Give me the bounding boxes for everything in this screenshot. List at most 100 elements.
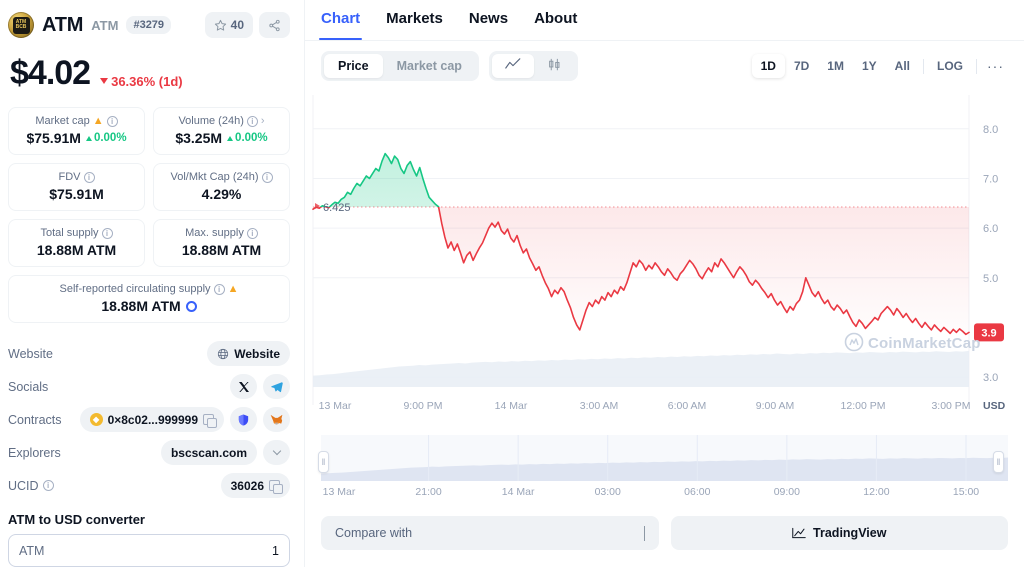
range-1m[interactable]: 1M [818, 54, 853, 78]
chevron-down-icon [643, 526, 645, 541]
chart-type-candlestick[interactable] [534, 54, 575, 78]
converter-input-row[interactable]: ATM 1 [8, 534, 290, 567]
price-chart-svg[interactable]: 8.0 7.0 6.0 5.0 3.0 13 Mar 9:00 PM 14 Mar 3:00 … [305, 87, 1024, 427]
svg-text:13 Mar: 13 Mar [323, 486, 356, 498]
x-twitter-icon [238, 381, 249, 392]
ucid-button[interactable]: 36026 [220, 473, 290, 498]
info-icon[interactable]: i [246, 227, 258, 239]
stat-card-max-supply[interactable]: Max. supply i 18.88M ATM [153, 219, 290, 267]
range-all[interactable]: All [886, 54, 919, 78]
chart-navigator[interactable]: 13 Mar 21:00 14 Mar 03:00 06:00 09:00 12:00 15:… [318, 431, 1008, 506]
navigator-right-handle[interactable]: ‖ [993, 451, 1004, 473]
time-range-selector: 1D 7D 1M 1Y All LOG ··· [751, 54, 1010, 78]
info-icon[interactable]: i [83, 171, 95, 183]
metamask-button[interactable] [263, 407, 290, 432]
info-icon[interactable]: i [261, 171, 273, 183]
chart-bottom-bar: Compare with TradingView [305, 506, 1024, 550]
chart-mode-price[interactable]: Price [324, 54, 383, 78]
stat-card-volume-24h[interactable]: Volume (24h) i › $3.25M 0.00% [153, 107, 290, 155]
stat-card-total-supply[interactable]: Total supply i 18.88M ATM [8, 219, 145, 267]
chart-more-options-button[interactable]: ··· [981, 58, 1010, 74]
info-icon[interactable]: i [213, 283, 225, 295]
tab-markets[interactable]: Markets [386, 0, 443, 39]
link-label: Contracts [8, 412, 62, 427]
header-actions: 40 [204, 12, 290, 38]
stat-label: Market cap ▲ i [15, 115, 138, 127]
chart-mode-market-cap[interactable]: Market cap [383, 54, 476, 78]
telegram-button[interactable] [263, 374, 290, 399]
svg-text:9:00 PM: 9:00 PM [403, 400, 442, 412]
copy-icon[interactable] [203, 414, 217, 428]
info-icon[interactable]: i [106, 115, 118, 127]
range-7d[interactable]: 7D [785, 54, 818, 78]
compare-with-dropdown[interactable]: Compare with [321, 516, 659, 550]
info-icon[interactable]: i [42, 480, 54, 491]
coin-rank-badge: #3279 [126, 16, 172, 34]
svg-text:3:00 PM: 3:00 PM [931, 400, 970, 412]
wallet-shield-button[interactable] [230, 407, 257, 432]
explorer-dropdown-button[interactable] [263, 440, 290, 465]
coin-info-sidebar: ATM BCB ATM ATM #3279 40 $4.02 36.36% (1… [0, 0, 305, 567]
ucid-label: UCID [8, 478, 39, 493]
stat-value: $75.91M [26, 130, 81, 146]
globe-icon [218, 348, 229, 359]
watchlist-button[interactable]: 40 [204, 12, 253, 38]
volume-area [313, 350, 969, 387]
warning-icon: ▲ [92, 114, 104, 127]
link-label: UCID i [8, 479, 54, 493]
copy-icon[interactable] [269, 480, 283, 494]
stat-label-text: FDV [58, 171, 81, 183]
link-actions [230, 374, 290, 399]
stat-value-row: $3.25M 0.00% [160, 130, 283, 146]
svg-text:15:00: 15:00 [953, 486, 979, 498]
chart-type-line[interactable] [491, 54, 534, 78]
link-row-website: Website Website [8, 337, 290, 370]
share-button[interactable] [259, 12, 290, 38]
coin-detail-page: ATM BCB ATM ATM #3279 40 $4.02 36.36% (1… [0, 0, 1024, 567]
stat-card-fdv[interactable]: FDV i $75.91M [8, 163, 145, 211]
contract-address-button[interactable]: ◆ 0×8c02...999999 [79, 407, 224, 432]
svg-text:06:00: 06:00 [684, 486, 710, 498]
website-button[interactable]: Website [207, 341, 290, 366]
log-scale-button[interactable]: LOG [928, 54, 972, 78]
stat-value-row: $75.91M [15, 186, 138, 202]
navigator-x-labels: 13 Mar 21:00 14 Mar 03:00 06:00 09:00 12:00 15:… [323, 486, 980, 498]
range-1d[interactable]: 1D [751, 54, 785, 78]
stat-card-market-cap[interactable]: Market cap ▲ i $75.91M 0.00% [8, 107, 145, 155]
main-chart[interactable]: 8.0 7.0 6.0 5.0 3.0 13 Mar 9:00 PM 14 Mar 3:00 … [305, 87, 1024, 427]
range-1y[interactable]: 1Y [853, 54, 886, 78]
svg-text:12:00 PM: 12:00 PM [841, 400, 886, 412]
info-icon[interactable]: i [101, 227, 113, 239]
link-row-socials: Socials [8, 370, 290, 403]
price-row: $4.02 36.36% (1d) [10, 54, 290, 93]
tradingview-button[interactable]: TradingView [670, 516, 1008, 550]
stat-subvalue-text: 0.00% [93, 132, 127, 144]
tradingview-icon [792, 527, 806, 539]
tab-news[interactable]: News [469, 0, 508, 39]
svg-text:7.0: 7.0 [983, 173, 998, 185]
ucid-value: 36026 [230, 478, 264, 493]
stat-card-vol-mkt-cap[interactable]: Vol/Mkt Cap (24h) i 4.29% [153, 163, 290, 211]
navigator-svg[interactable]: 13 Mar 21:00 14 Mar 03:00 06:00 09:00 12:00 15:… [321, 431, 1008, 501]
tab-chart[interactable]: Chart [318, 0, 363, 40]
price-change: 36.36% (1d) [100, 74, 183, 89]
stat-value: 4.29% [201, 186, 242, 202]
svg-text:6.425: 6.425 [323, 202, 351, 214]
navigator-left-handle[interactable]: ‖ [318, 451, 329, 473]
stat-label-text: Total supply [40, 227, 99, 239]
shield-icon [238, 413, 249, 426]
svg-text:14 Mar: 14 Mar [502, 486, 535, 498]
info-icon[interactable]: i [246, 115, 258, 127]
stat-value-row: 18.88M ATM [160, 242, 283, 258]
caret-up-icon [85, 135, 92, 141]
atm-coin-logo-icon: ATM BCB [8, 12, 34, 38]
stat-value: $3.25M [175, 130, 223, 146]
metamask-fox-icon [270, 414, 283, 425]
twitter-x-button[interactable] [230, 374, 257, 399]
converter-title: ATM to USD converter [8, 512, 145, 527]
converter-amount-input[interactable]: 1 [272, 544, 279, 558]
tab-about[interactable]: About [534, 0, 577, 39]
stat-card-self-reported-circulating-supply[interactable]: Self-reported circulating supply i ▲ 18.… [8, 275, 290, 323]
explorer-value: bscscan.com [170, 445, 247, 460]
explorer-button[interactable]: bscscan.com [160, 440, 257, 465]
